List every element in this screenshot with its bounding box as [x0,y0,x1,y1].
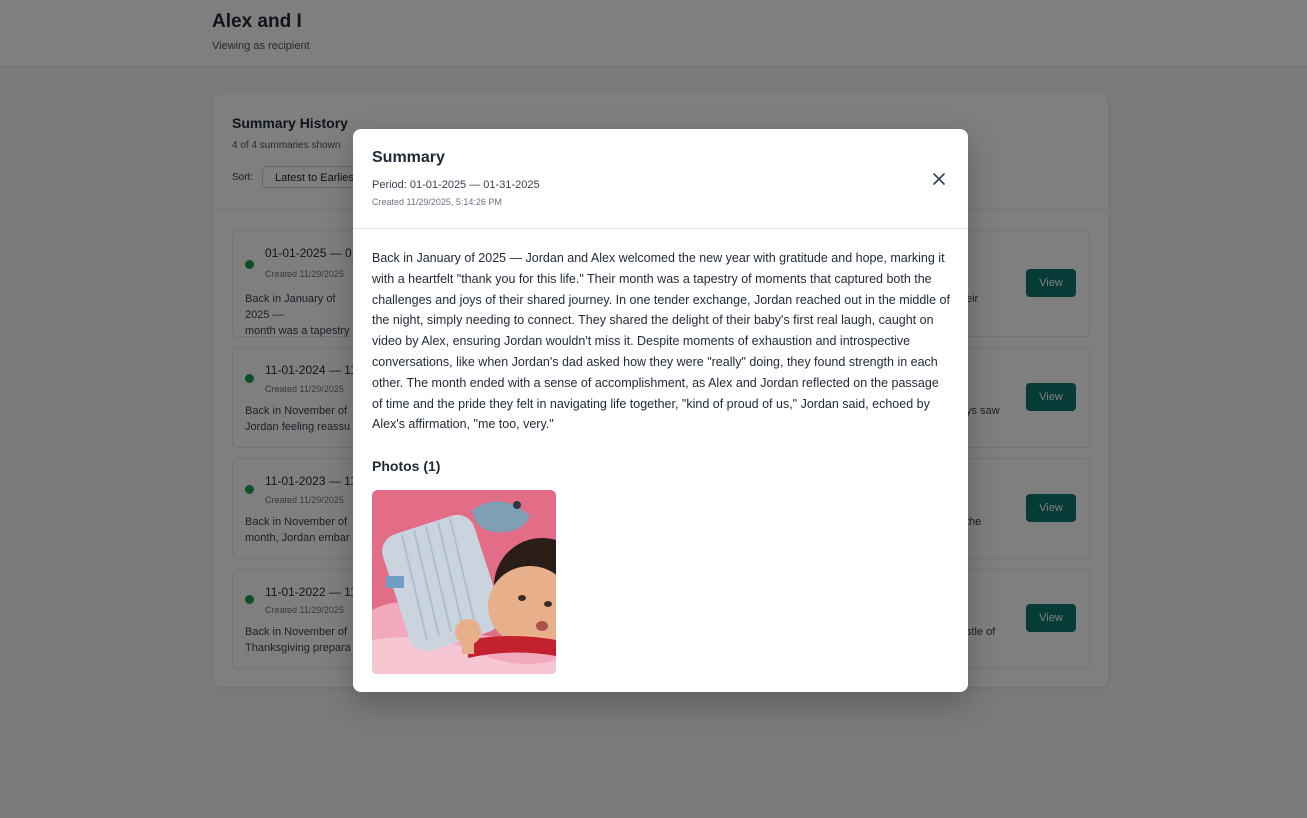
baby-photo-image [372,490,556,674]
modal-title: Summary [372,149,445,166]
summary-text: Back in January of 2025 — Jordan and Ale… [372,251,950,432]
modal-period: Period: 01-01-2025 — 01-31-2025 [372,179,540,191]
summary-modal: Summary Period: 01-01-2025 — 01-31-2025 … [353,129,968,692]
modal-created: Created 11/29/2025, 5:14:26 PM [372,197,502,207]
close-button[interactable] [928,168,950,190]
close-icon [933,173,945,185]
modal-header: Summary Period: 01-01-2025 — 01-31-2025 … [353,129,968,229]
photos-heading: Photos (1) [372,458,441,474]
summary-photo[interactable] [372,490,556,674]
